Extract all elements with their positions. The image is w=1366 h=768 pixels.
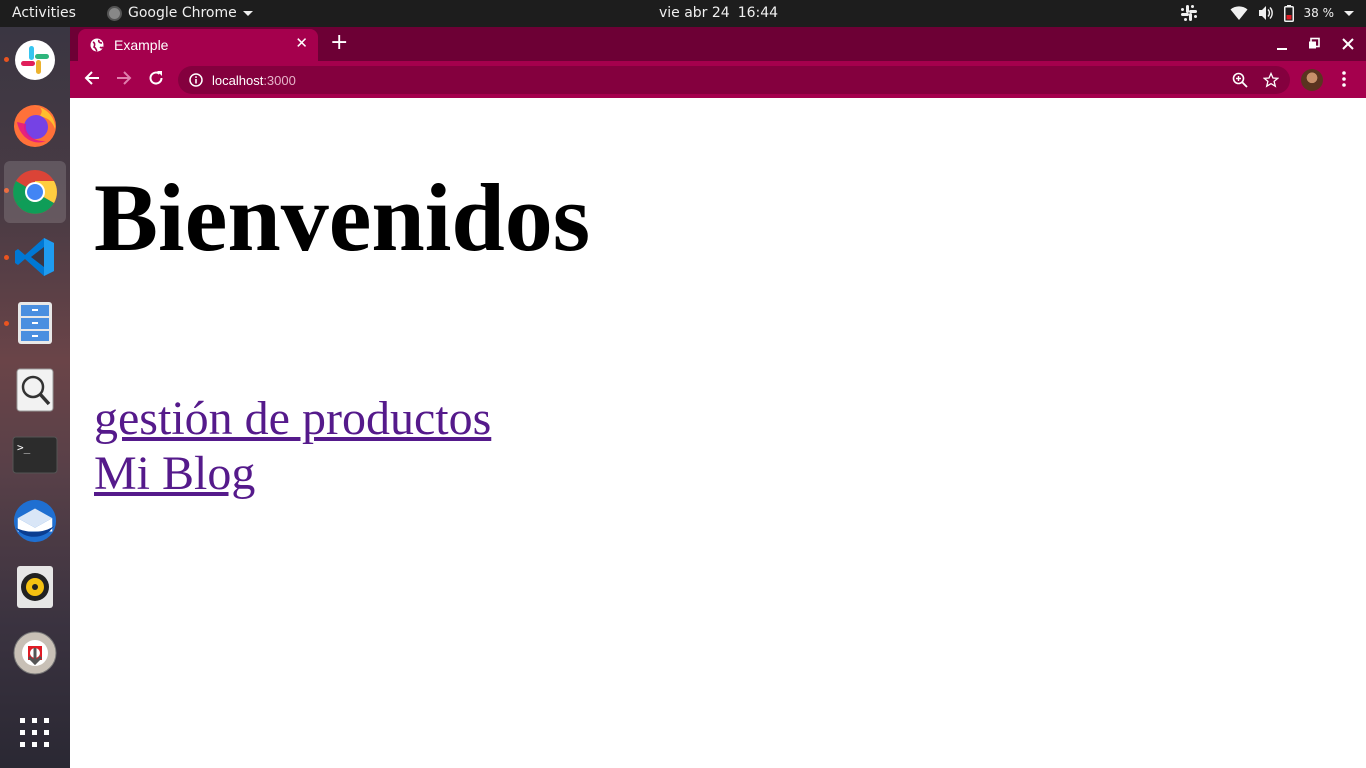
slack-icon[interactable] <box>12 37 58 83</box>
zoom-icon[interactable] <box>1232 72 1248 91</box>
vscode-icon[interactable] <box>12 234 58 280</box>
tab-strip: Example ✕ + <box>70 27 1366 61</box>
clock-time: 16:44 <box>737 5 779 21</box>
restore-icon[interactable] <box>1308 36 1320 55</box>
volume-icon[interactable] <box>1258 5 1274 21</box>
minimize-icon[interactable] <box>1276 36 1288 55</box>
battery-percentage: 38 % <box>1303 6 1335 20</box>
url-text[interactable]: localhost:3000 <box>212 73 296 88</box>
back-arrow-icon[interactable] <box>84 70 100 90</box>
dock: >_ <box>0 27 70 768</box>
system-top-bar: Activities Google Chrome vie abr 24 16:44… <box>0 0 1366 27</box>
page-heading: Bienvenidos <box>94 164 591 271</box>
running-indicator <box>4 321 9 326</box>
reload-icon[interactable] <box>148 70 164 90</box>
chrome-icon[interactable] <box>4 161 66 223</box>
profile-avatar[interactable] <box>1301 69 1323 91</box>
battery-icon[interactable] <box>1283 4 1294 22</box>
close-tab-icon[interactable]: ✕ <box>295 35 308 53</box>
chrome-window: Example ✕ + localhost:3000 Bienvenidos g… <box>70 27 1366 768</box>
info-icon[interactable] <box>189 73 203 90</box>
url-host: localhost <box>212 73 264 88</box>
url-port: :3000 <box>263 73 296 88</box>
wifi-icon[interactable] <box>1230 5 1248 21</box>
firefox-icon[interactable] <box>12 102 58 148</box>
running-indicator <box>4 57 9 62</box>
tab-title: Example <box>114 37 169 53</box>
page-content: Bienvenidos gestión de productos Mi Blog <box>70 98 1366 768</box>
new-tab-button[interactable]: + <box>330 32 348 54</box>
forward-arrow-icon[interactable] <box>116 70 132 90</box>
thunderbird-icon[interactable] <box>12 498 58 544</box>
clock[interactable]: vie abr 24 16:44 <box>0 5 1366 21</box>
link-product-management[interactable]: gestión de productos <box>94 391 491 446</box>
show-apps-icon[interactable] <box>12 710 58 756</box>
chevron-down-icon[interactable] <box>1344 10 1354 16</box>
image-viewer-icon[interactable] <box>12 367 58 413</box>
link-blog[interactable]: Mi Blog <box>94 446 255 501</box>
address-bar[interactable]: localhost:3000 <box>178 66 1290 94</box>
svg-text:>_: >_ <box>17 441 31 454</box>
browser-toolbar: localhost:3000 <box>70 61 1366 98</box>
system-tray[interactable]: 38 % <box>1180 4 1354 22</box>
tab-example[interactable]: Example ✕ <box>78 29 318 61</box>
help-lifebuoy-icon[interactable] <box>12 630 58 676</box>
rhythmbox-icon[interactable] <box>12 564 58 610</box>
bookmark-star-icon[interactable] <box>1262 71 1280 91</box>
close-window-icon[interactable] <box>1342 36 1354 55</box>
link-list: gestión de productos Mi Blog <box>94 391 491 501</box>
running-indicator <box>4 255 9 260</box>
file-cabinet-icon[interactable] <box>12 300 58 346</box>
clock-date: vie abr 24 <box>658 5 730 21</box>
slack-tray-icon[interactable] <box>1180 4 1198 22</box>
terminal-icon[interactable]: >_ <box>12 432 58 478</box>
more-menu-icon[interactable] <box>1340 70 1348 92</box>
globe-icon <box>90 38 104 55</box>
